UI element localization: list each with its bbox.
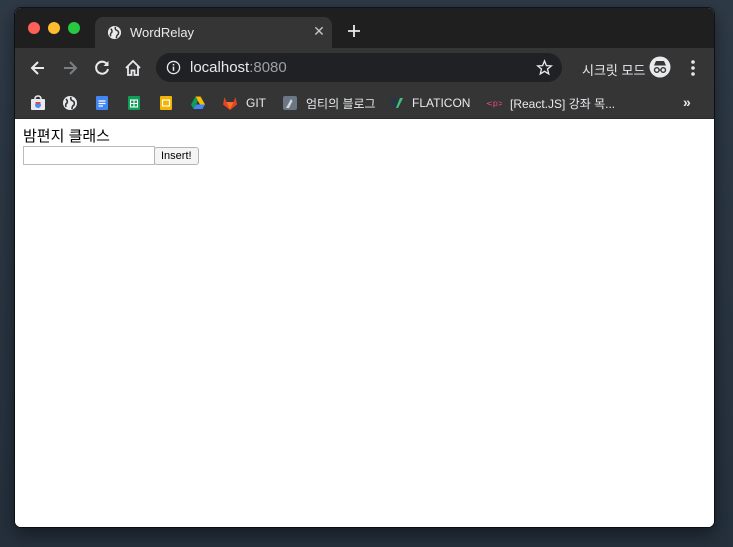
page-content: 밤편지 클래스 Insert! xyxy=(15,119,714,527)
globe-icon xyxy=(63,96,77,110)
bookmark-globe[interactable] xyxy=(62,93,78,113)
chrome-webstore-icon xyxy=(31,95,45,110)
google-sheets-icon xyxy=(128,96,140,110)
bookmark-drive[interactable] xyxy=(190,93,206,113)
globe-icon xyxy=(107,25,122,40)
browser-toolbar: localhost:8080 시크릿 모드 xyxy=(15,48,714,88)
window-close-button[interactable] xyxy=(28,22,40,34)
browser-window: WordRelay ✕ localhost:8080 시크릿 모드 GIT 엄티… xyxy=(15,8,714,527)
bookmark-flaticon[interactable]: FLATICON xyxy=(388,93,470,113)
bookmark-star-icon[interactable] xyxy=(536,59,553,76)
google-drive-icon xyxy=(191,96,205,109)
svg-text:<p>: <p> xyxy=(486,99,502,108)
bookmark-label: 엄티의 블로그 xyxy=(306,96,376,111)
bookmark-label: [React.JS] 강좌 목... xyxy=(510,96,616,111)
title-bar: WordRelay ✕ xyxy=(15,8,714,48)
insert-button[interactable]: Insert! xyxy=(154,147,199,165)
google-slides-icon xyxy=(160,96,172,110)
tab-close-icon[interactable]: ✕ xyxy=(311,23,327,39)
blog-icon xyxy=(283,96,297,110)
bookmark-docs[interactable] xyxy=(94,93,110,113)
tab-wordrelay[interactable]: WordRelay ✕ xyxy=(95,17,332,48)
bookmark-react-course[interactable]: <p> [React.JS] 강좌 목... xyxy=(486,93,615,113)
incognito-icon[interactable] xyxy=(649,56,671,78)
google-docs-icon xyxy=(96,96,108,110)
more-menu-icon[interactable] xyxy=(685,58,701,78)
word-input[interactable] xyxy=(23,146,155,165)
tab-title: WordRelay xyxy=(130,25,195,40)
url-host: localhost xyxy=(190,59,250,76)
info-icon[interactable] xyxy=(166,60,181,75)
window-minimize-button[interactable] xyxy=(48,22,60,34)
flaticon-icon xyxy=(389,98,403,108)
window-maximize-button[interactable] xyxy=(68,22,80,34)
bookmark-blog[interactable]: 엄티의 블로그 xyxy=(282,93,376,113)
address-bar[interactable]: localhost:8080 xyxy=(156,53,562,82)
bookmark-slides[interactable] xyxy=(158,93,174,113)
back-icon[interactable] xyxy=(28,58,48,78)
bookmark-gitlab[interactable]: GIT xyxy=(222,93,266,113)
reload-icon[interactable] xyxy=(92,58,112,78)
gitlab-icon xyxy=(223,97,237,110)
bookmarks-bar: GIT 엄티의 블로그 FLATICON <p> [React.JS] 강좌 목… xyxy=(15,88,714,119)
home-icon[interactable] xyxy=(123,58,143,78)
desktop: WordRelay ✕ localhost:8080 시크릿 모드 GIT 엄티… xyxy=(0,0,733,547)
forward-icon[interactable] xyxy=(60,58,80,78)
bookmark-label: GIT xyxy=(246,96,266,110)
url-port: :8080 xyxy=(249,59,287,76)
new-tab-icon[interactable] xyxy=(345,22,363,40)
bookmarks-overflow-icon[interactable]: » xyxy=(683,94,691,110)
react-course-icon: <p> xyxy=(486,99,502,108)
page-heading: 밤편지 클래스 xyxy=(23,128,110,145)
incognito-label[interactable]: 시크릿 모드 xyxy=(582,60,645,79)
url-text: localhost:8080 xyxy=(190,59,287,76)
bookmark-webstore[interactable] xyxy=(30,93,46,113)
bookmark-label: FLATICON xyxy=(412,96,471,110)
bookmark-sheets[interactable] xyxy=(126,93,142,113)
